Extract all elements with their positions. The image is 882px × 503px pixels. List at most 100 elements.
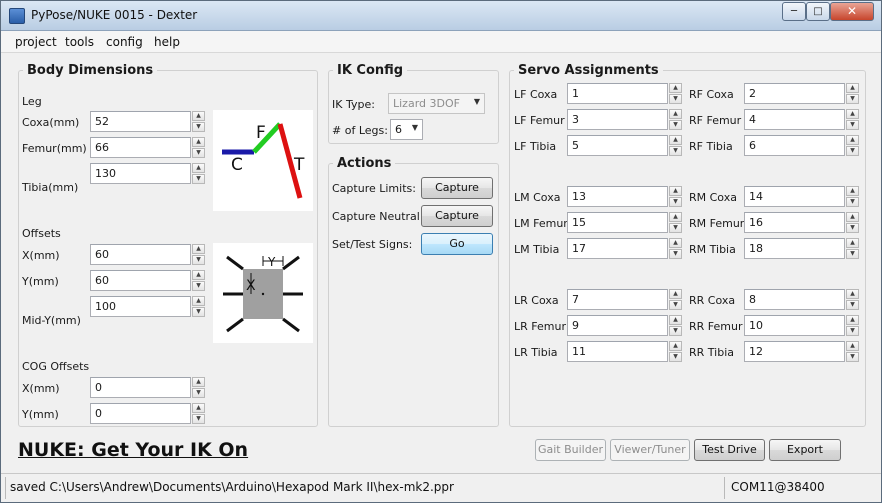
spin-up-icon[interactable]: ▲ xyxy=(846,186,859,196)
servo-input-rm-tibia[interactable]: 18 xyxy=(744,238,845,259)
spin-up-icon[interactable]: ▲ xyxy=(669,341,682,351)
offset-y-spinner[interactable]: ▲ ▼ xyxy=(192,270,205,291)
spin-down-icon[interactable]: ▼ xyxy=(846,94,859,104)
capture-neutral-button[interactable]: Capture xyxy=(421,205,493,227)
spin-up-icon[interactable]: ▲ xyxy=(669,109,682,119)
menu-project[interactable]: project xyxy=(15,35,57,49)
spin-down-icon[interactable]: ▼ xyxy=(669,326,682,336)
maximize-button[interactable]: □ xyxy=(806,2,830,21)
cog-y-spinner[interactable]: ▲ ▼ xyxy=(192,403,205,424)
spin-down-icon[interactable]: ▼ xyxy=(192,174,205,184)
femur-spinner[interactable]: ▲ ▼ xyxy=(192,137,205,158)
coxa-spinner[interactable]: ▲ ▼ xyxy=(192,111,205,132)
mid-y-spinner[interactable]: ▲ ▼ xyxy=(192,296,205,317)
cog-x-spinner[interactable]: ▲ ▼ xyxy=(192,377,205,398)
cog-x-input[interactable]: 0 xyxy=(90,377,191,398)
spin-up-icon[interactable]: ▲ xyxy=(846,83,859,93)
spin-up-icon[interactable]: ▲ xyxy=(192,244,205,254)
servo-spinner-rm-femur[interactable]: ▲ ▼ xyxy=(846,212,859,233)
servo-input-lm-femur[interactable]: 15 xyxy=(567,212,668,233)
servo-input-lm-tibia[interactable]: 17 xyxy=(567,238,668,259)
servo-spinner-lf-coxa[interactable]: ▲ ▼ xyxy=(669,83,682,104)
servo-input-rf-tibia[interactable]: 6 xyxy=(744,135,845,156)
servo-spinner-rf-femur[interactable]: ▲ ▼ xyxy=(846,109,859,130)
export-button[interactable]: Export xyxy=(769,439,841,461)
servo-spinner-lr-tibia[interactable]: ▲ ▼ xyxy=(669,341,682,362)
spin-down-icon[interactable]: ▼ xyxy=(192,255,205,265)
spin-up-icon[interactable]: ▲ xyxy=(192,111,205,121)
spin-down-icon[interactable]: ▼ xyxy=(192,307,205,317)
offset-x-spinner[interactable]: ▲ ▼ xyxy=(192,244,205,265)
servo-spinner-lm-coxa[interactable]: ▲ ▼ xyxy=(669,186,682,207)
test-drive-button[interactable]: Test Drive xyxy=(694,439,765,461)
spin-up-icon[interactable]: ▲ xyxy=(192,163,205,173)
spin-up-icon[interactable]: ▲ xyxy=(846,315,859,325)
spin-up-icon[interactable]: ▲ xyxy=(669,238,682,248)
spin-up-icon[interactable]: ▲ xyxy=(846,212,859,222)
tibia-spinner[interactable]: ▲ ▼ xyxy=(192,163,205,184)
spin-down-icon[interactable]: ▼ xyxy=(192,281,205,291)
cog-y-input[interactable]: 0 xyxy=(90,403,191,424)
spin-down-icon[interactable]: ▼ xyxy=(669,120,682,130)
spin-down-icon[interactable]: ▼ xyxy=(846,352,859,362)
spin-down-icon[interactable]: ▼ xyxy=(846,249,859,259)
servo-spinner-lr-coxa[interactable]: ▲ ▼ xyxy=(669,289,682,310)
spin-up-icon[interactable]: ▲ xyxy=(669,135,682,145)
spin-up-icon[interactable]: ▲ xyxy=(669,289,682,299)
servo-input-rr-coxa[interactable]: 8 xyxy=(744,289,845,310)
servo-input-lf-coxa[interactable]: 1 xyxy=(567,83,668,104)
servo-input-rf-femur[interactable]: 4 xyxy=(744,109,845,130)
spin-up-icon[interactable]: ▲ xyxy=(846,238,859,248)
capture-limits-button[interactable]: Capture xyxy=(421,177,493,199)
servo-input-lf-femur[interactable]: 3 xyxy=(567,109,668,130)
servo-input-rm-coxa[interactable]: 14 xyxy=(744,186,845,207)
spin-down-icon[interactable]: ▼ xyxy=(846,197,859,207)
spin-down-icon[interactable]: ▼ xyxy=(192,414,205,424)
spin-down-icon[interactable]: ▼ xyxy=(192,388,205,398)
menu-help[interactable]: help xyxy=(154,35,180,49)
spin-down-icon[interactable]: ▼ xyxy=(846,300,859,310)
coxa-input[interactable]: 52 xyxy=(90,111,191,132)
servo-spinner-rf-coxa[interactable]: ▲ ▼ xyxy=(846,83,859,104)
go-button[interactable]: Go xyxy=(421,233,493,255)
spin-down-icon[interactable]: ▼ xyxy=(669,146,682,156)
minimize-button[interactable]: ─ xyxy=(782,2,806,21)
servo-spinner-rr-coxa[interactable]: ▲ ▼ xyxy=(846,289,859,310)
mid-y-input[interactable]: 100 xyxy=(90,296,191,317)
femur-input[interactable]: 66 xyxy=(90,137,191,158)
spin-down-icon[interactable]: ▼ xyxy=(669,300,682,310)
menu-tools[interactable]: tools xyxy=(65,35,94,49)
spin-down-icon[interactable]: ▼ xyxy=(669,223,682,233)
spin-down-icon[interactable]: ▼ xyxy=(846,326,859,336)
tibia-input[interactable]: 130 xyxy=(90,163,191,184)
servo-input-rf-coxa[interactable]: 2 xyxy=(744,83,845,104)
spin-up-icon[interactable]: ▲ xyxy=(846,109,859,119)
servo-input-lr-coxa[interactable]: 7 xyxy=(567,289,668,310)
servo-input-lm-coxa[interactable]: 13 xyxy=(567,186,668,207)
servo-spinner-lf-tibia[interactable]: ▲ ▼ xyxy=(669,135,682,156)
spin-up-icon[interactable]: ▲ xyxy=(846,289,859,299)
num-legs-select[interactable]: 6 ▼ xyxy=(390,119,423,140)
servo-input-lf-tibia[interactable]: 5 xyxy=(567,135,668,156)
spin-up-icon[interactable]: ▲ xyxy=(846,341,859,351)
servo-spinner-rr-tibia[interactable]: ▲ ▼ xyxy=(846,341,859,362)
servo-input-rr-tibia[interactable]: 12 xyxy=(744,341,845,362)
servo-spinner-lm-femur[interactable]: ▲ ▼ xyxy=(669,212,682,233)
servo-spinner-lr-femur[interactable]: ▲ ▼ xyxy=(669,315,682,336)
spin-down-icon[interactable]: ▼ xyxy=(192,122,205,132)
servo-spinner-rr-femur[interactable]: ▲ ▼ xyxy=(846,315,859,336)
spin-up-icon[interactable]: ▲ xyxy=(669,212,682,222)
spin-up-icon[interactable]: ▲ xyxy=(192,403,205,413)
spin-up-icon[interactable]: ▲ xyxy=(669,315,682,325)
spin-up-icon[interactable]: ▲ xyxy=(846,135,859,145)
spin-down-icon[interactable]: ▼ xyxy=(846,120,859,130)
servo-input-rr-femur[interactable]: 10 xyxy=(744,315,845,336)
servo-spinner-rf-tibia[interactable]: ▲ ▼ xyxy=(846,135,859,156)
spin-down-icon[interactable]: ▼ xyxy=(669,249,682,259)
spin-up-icon[interactable]: ▲ xyxy=(669,83,682,93)
spin-up-icon[interactable]: ▲ xyxy=(192,270,205,280)
spin-up-icon[interactable]: ▲ xyxy=(669,186,682,196)
spin-up-icon[interactable]: ▲ xyxy=(192,296,205,306)
offset-x-input[interactable]: 60 xyxy=(90,244,191,265)
spin-down-icon[interactable]: ▼ xyxy=(846,223,859,233)
